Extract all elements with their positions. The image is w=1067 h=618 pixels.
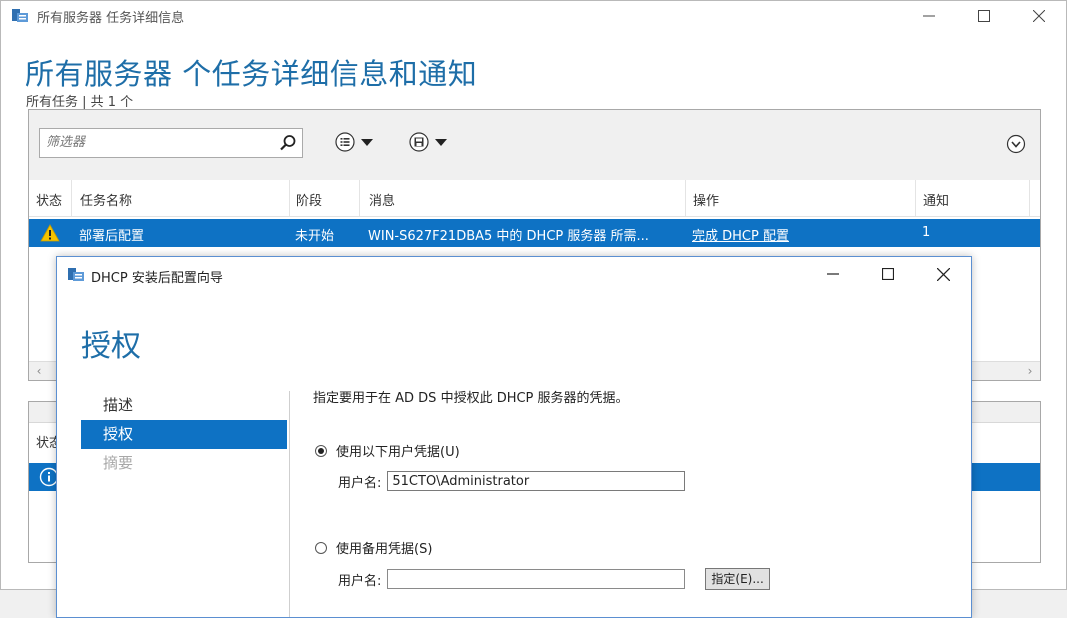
filter-box	[39, 128, 303, 158]
list-options-icon	[335, 132, 355, 152]
nav-item-summary: 摘要	[103, 454, 134, 472]
main-titlebar[interactable]: 所有服务器 任务详细信息	[1, 1, 1066, 31]
nav-divider	[289, 391, 290, 617]
alt-username-label: 用户名:	[338, 573, 382, 589]
save-icon	[409, 132, 429, 152]
page-title: 所有服务器 个任务详细信息和通知	[25, 57, 478, 91]
nav-item-description[interactable]: 描述	[81, 391, 287, 420]
alt-username-field[interactable]	[387, 569, 686, 589]
nav-item-authorization[interactable]: 授权	[81, 420, 287, 449]
dialog-minimize-button[interactable]	[805, 259, 861, 289]
filter-input[interactable]	[40, 129, 272, 155]
wizard-nav: 描述 授权 摘要	[81, 391, 287, 478]
server-manager-icon	[12, 9, 28, 22]
maximize-icon	[882, 268, 894, 280]
chevron-down-circle-icon[interactable]	[1006, 134, 1026, 154]
chevron-down-icon	[361, 138, 373, 146]
option-current-credentials[interactable]: 使用以下用户凭据(U)	[315, 441, 460, 460]
column-status[interactable]: 状态	[36, 190, 62, 209]
table-row[interactable]: 部署后配置 未开始 WIN-S627F21DBA5 中的 DHCP 服务器 所需…	[29, 219, 1040, 247]
warning-icon	[40, 224, 60, 242]
close-icon	[936, 267, 950, 281]
dialog-title: DHCP 安装后配置向导	[91, 271, 223, 286]
task-name-cell: 部署后配置	[79, 229, 145, 244]
scroll-right-icon[interactable]: ›	[1022, 363, 1038, 379]
dialog-close-button[interactable]	[915, 259, 971, 289]
column-action[interactable]: 操作	[693, 190, 719, 209]
alt-username-row: 用户名: 指定(E)...	[338, 568, 770, 590]
option-alternate-credentials[interactable]: 使用备用凭据(S)	[315, 538, 432, 557]
notifications-cell: 1	[922, 225, 931, 240]
specify-button[interactable]: 指定(E)...	[705, 568, 770, 590]
complete-dhcp-config-link[interactable]: 完成 DHCP 配置	[692, 225, 789, 244]
maximize-button[interactable]	[961, 1, 1007, 31]
close-icon	[1033, 10, 1045, 22]
column-stage[interactable]: 阶段	[296, 190, 322, 209]
minimize-icon	[923, 15, 935, 17]
column-message[interactable]: 消息	[369, 190, 395, 209]
maximize-icon	[978, 10, 990, 22]
instruction-text: 指定要用于在 AD DS 中授权此 DHCP 服务器的凭据。	[313, 391, 629, 406]
main-window-title: 所有服务器 任务详细信息	[37, 11, 185, 26]
dialog-titlebar[interactable]: DHCP 安装后配置向导	[57, 257, 971, 291]
username-label: 用户名:	[338, 475, 382, 491]
chevron-down-icon	[435, 138, 447, 146]
column-notifications[interactable]: 通知	[923, 190, 949, 209]
list-options-button[interactable]	[335, 130, 373, 154]
dialog-maximize-button[interactable]	[860, 259, 916, 289]
option-alternate-label: 使用备用凭据(S)	[336, 542, 433, 557]
option-current-label: 使用以下用户凭据(U)	[336, 445, 460, 460]
task-count-label: 所有任务 | 共 1 个	[26, 95, 134, 110]
task-table-header: 状态 任务名称 阶段 消息 操作 通知	[29, 180, 1040, 217]
minimize-button[interactable]	[906, 1, 952, 31]
radio-current-credentials[interactable]	[315, 444, 327, 457]
search-icon[interactable]	[278, 133, 298, 153]
server-manager-icon	[68, 268, 84, 281]
column-task-name[interactable]: 任务名称	[80, 190, 132, 209]
message-cell: WIN-S627F21DBA5 中的 DHCP 服务器 所需...	[368, 229, 649, 244]
save-options-button[interactable]	[409, 130, 447, 154]
task-toolbar	[29, 110, 1040, 181]
scroll-left-icon[interactable]: ‹	[31, 363, 47, 379]
radio-alternate-credentials[interactable]	[315, 541, 327, 554]
dhcp-wizard-dialog: DHCP 安装后配置向导 授权 描述 授权 摘要 指定要用于在 AD DS 中授…	[56, 256, 972, 618]
username-field[interactable]: 51CTO\Administrator	[387, 471, 686, 491]
close-button[interactable]	[1016, 1, 1062, 31]
username-row: 用户名: 51CTO\Administrator	[338, 471, 686, 491]
minimize-icon	[827, 273, 839, 275]
dialog-heading: 授权	[81, 329, 141, 364]
stage-cell: 未开始	[295, 229, 335, 244]
